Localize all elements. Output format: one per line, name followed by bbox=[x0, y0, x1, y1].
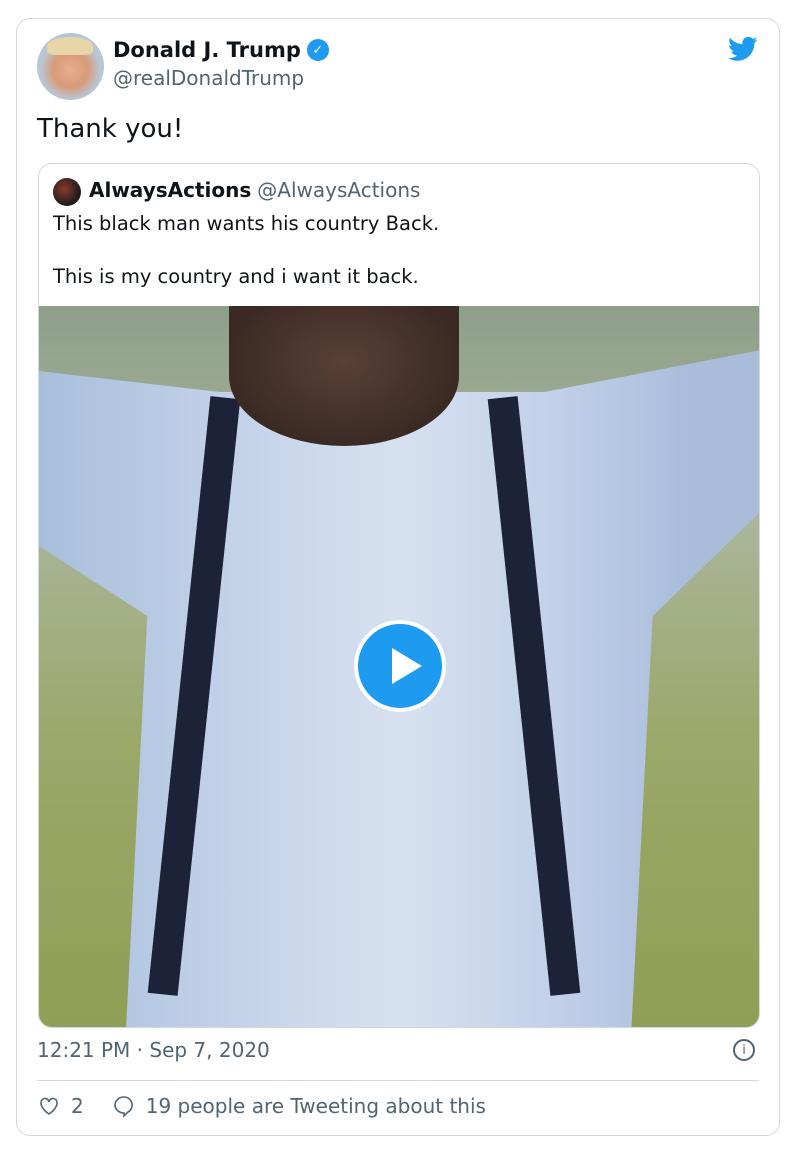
author-name-row[interactable]: Donald J. Trump ✓ bbox=[113, 38, 329, 62]
conversation-text: 19 people are Tweeting about this bbox=[145, 1094, 486, 1118]
like-button[interactable]: 2 bbox=[37, 1094, 84, 1118]
quoted-name[interactable]: AlwaysActions bbox=[89, 178, 251, 202]
tweet-text: Thank you! bbox=[37, 114, 184, 144]
quoted-author[interactable]: AlwaysActions @AlwaysActions bbox=[89, 178, 420, 202]
conversation-link[interactable]: 19 people are Tweeting about this bbox=[112, 1094, 486, 1118]
quoted-text-line: This black man wants his country Back. bbox=[53, 212, 440, 235]
divider bbox=[37, 1080, 759, 1081]
timestamp[interactable]: 12:21 PM · Sep 7, 2020 bbox=[37, 1038, 270, 1062]
quoted-tweet[interactable]: AlwaysActions @AlwaysActions This black m… bbox=[38, 163, 760, 1028]
heart-icon bbox=[40, 1097, 58, 1115]
quoted-text-line: This is my country and i want it back. bbox=[53, 265, 419, 288]
verified-badge-icon: ✓ bbox=[306, 39, 329, 61]
speech-bubble-icon bbox=[113, 1096, 133, 1118]
author-avatar[interactable] bbox=[37, 33, 104, 100]
like-count: 2 bbox=[71, 1094, 84, 1118]
quoted-handle[interactable]: @AlwaysActions bbox=[257, 178, 420, 202]
actions-bar: 2 19 people are Tweeting about this bbox=[37, 1094, 514, 1118]
play-button-icon[interactable] bbox=[354, 620, 446, 712]
video-player[interactable] bbox=[39, 306, 759, 1027]
author-handle[interactable]: @realDonaldTrump bbox=[113, 66, 304, 90]
quoted-avatar[interactable] bbox=[53, 178, 81, 206]
author-name[interactable]: Donald J. Trump bbox=[113, 38, 301, 62]
video-frame-detail bbox=[229, 306, 459, 446]
twitter-bird-icon[interactable] bbox=[726, 34, 760, 64]
info-icon[interactable]: i bbox=[733, 1039, 755, 1061]
